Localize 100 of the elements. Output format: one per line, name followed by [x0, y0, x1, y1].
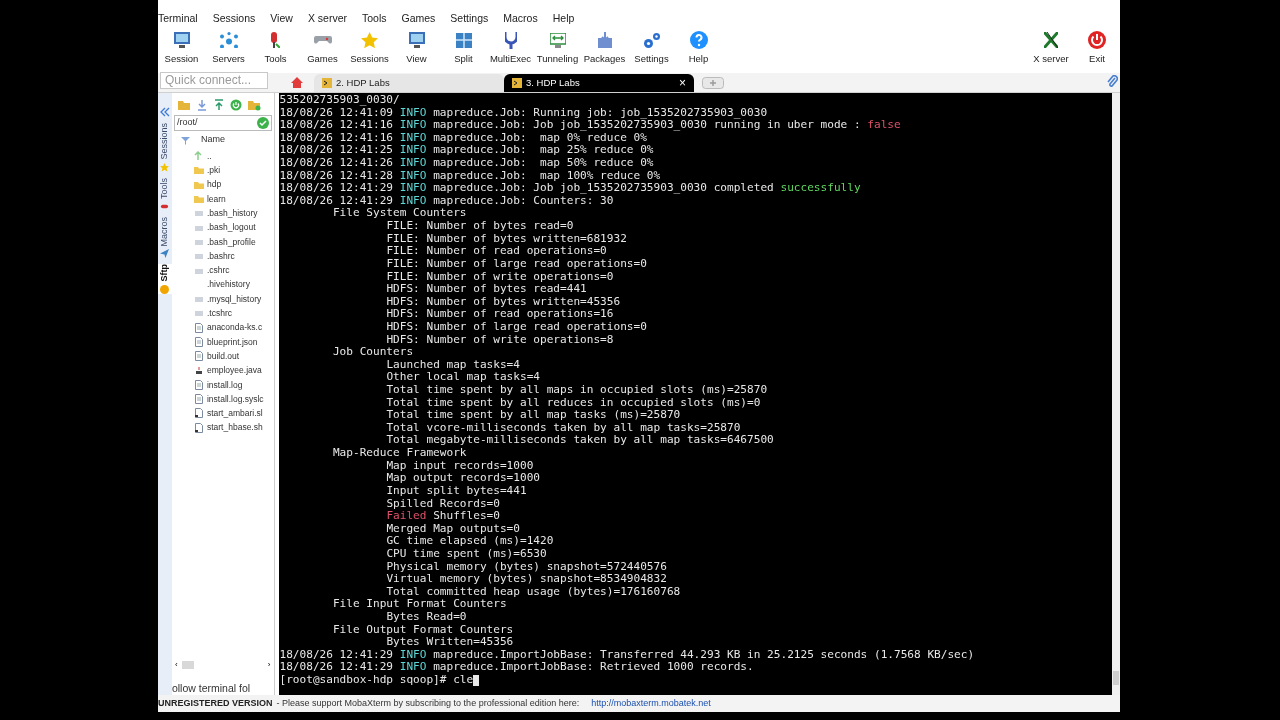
follow-terminal-checkbox-label[interactable]: ollow terminal fol: [171, 682, 251, 694]
collapse-icon[interactable]: [159, 107, 170, 117]
file-name[interactable]: .cshrc: [206, 264, 230, 277]
file-name[interactable]: anaconda-ks.c: [206, 321, 263, 335]
terminal-text: Total vcore-milliseconds taken by all map tasks=25870: [386, 421, 741, 435]
file-name[interactable]: learn: [206, 192, 226, 206]
terminal-text: File Output Format Counters: [332, 623, 515, 637]
terminal-text: mapreduce.Job: Running job: job_1535202735903_0030: [433, 106, 768, 119]
toolbar-button[interactable]: Help: [675, 30, 722, 67]
menu-item[interactable]: X server: [307, 10, 347, 27]
file-name[interactable]: build.out: [206, 349, 240, 363]
file-name[interactable]: .bash_history: [206, 206, 258, 220]
menu-item[interactable]: Terminal: [158, 10, 198, 27]
menu-item[interactable]: Games: [401, 10, 436, 27]
path-field[interactable]: /root/: [173, 115, 272, 131]
terminal-text: Total time spent by all maps in occupied slots (ms)=25870: [386, 384, 768, 397]
file-name[interactable]: .mysql_history: [206, 292, 262, 306]
unregistered-label: UNREGISTERED VERSION: [158, 696, 273, 710]
toolbar-button[interactable]: Tools: [252, 30, 299, 67]
terminal-text: 18/08/26 12:41:26: [279, 157, 395, 170]
file-name[interactable]: .hivehistory: [206, 278, 250, 292]
file-name[interactable]: install.log: [206, 378, 243, 392]
terminal-text: Physical memory (bytes) snapshot=572440576: [386, 560, 667, 574]
sidebar-tab[interactable]: Sessions: [158, 123, 172, 160]
file-name[interactable]: employee.java: [206, 364, 262, 377]
monitor-icon: [408, 32, 425, 48]
check-icon[interactable]: [256, 117, 269, 129]
highlighted-log-word: successfully: [780, 182, 861, 195]
toolbar-button[interactable]: View: [393, 30, 440, 67]
up-folder-icon: [193, 151, 204, 162]
highlighted-log-word: false: [867, 119, 901, 132]
file-name[interactable]: .pki: [206, 164, 221, 177]
menu-item[interactable]: Settings: [450, 10, 489, 27]
terminal-text: FILE: Number of bytes written=681932: [386, 232, 627, 246]
sidebar-tab[interactable]: Tools: [158, 177, 172, 199]
file-name[interactable]: .bashrc: [206, 249, 235, 263]
file-name[interactable]: blueprint.json: [206, 335, 258, 349]
close-tab-button[interactable]: ×: [679, 77, 686, 89]
terminal-text: mapreduce.Job: map 0% reduce 0%: [433, 131, 647, 145]
help-icon: [689, 31, 708, 49]
toolbar-button[interactable]: Settings: [628, 30, 675, 67]
upload-icon[interactable]: [212, 99, 225, 111]
terminal-text: mapreduce.Job: map 100% reduce 0%: [433, 169, 661, 183]
terminal-panel[interactable]: [278, 93, 1113, 695]
file-name[interactable]: .bash_profile: [206, 235, 256, 249]
menu-item[interactable]: Tools: [361, 10, 387, 27]
file-name[interactable]: .bash_logout: [206, 221, 256, 234]
toolbar-button[interactable]: Packages: [581, 30, 628, 67]
scrollbar-thumb[interactable]: [1113, 671, 1119, 685]
tools-icon: [271, 32, 280, 48]
terminal-text: HDFS: Number of large read operations=0: [386, 320, 647, 334]
file-name[interactable]: hdp: [206, 178, 222, 192]
home-icon[interactable]: [290, 76, 304, 89]
file-name[interactable]: .tcshrc: [206, 307, 232, 320]
file-name[interactable]: start_ambari.sl: [206, 407, 263, 420]
terminal-text: Shuffles=0: [433, 510, 500, 523]
menu-item[interactable]: Help: [552, 10, 575, 27]
refresh-icon[interactable]: [229, 99, 242, 111]
document-icon: [193, 322, 204, 333]
file-name[interactable]: install.log.syslc: [206, 392, 264, 406]
toolbar-button[interactable]: X server: [1028, 30, 1074, 67]
toolbar-button[interactable]: Exit: [1074, 30, 1120, 67]
terminal-text: 18/08/26 12:41:28: [279, 169, 395, 183]
terminal-text: Map output records=1000: [386, 472, 540, 485]
column-header[interactable]: Name: [200, 133, 225, 147]
file-name[interactable]: ..: [206, 149, 212, 163]
x-letter-icon: [1044, 32, 1058, 48]
sidebar-tab[interactable]: Macros: [158, 216, 172, 247]
document-icon: [193, 394, 204, 405]
terminal-icon: [512, 78, 522, 88]
menu-item[interactable]: Sessions: [212, 10, 256, 27]
new-tab-icon[interactable]: [702, 77, 724, 89]
terminal-icon: [322, 78, 332, 88]
scroll-left-arrow[interactable]: ‹: [174, 661, 178, 669]
highlighted-log-word: INFO: [399, 648, 427, 662]
session-tab[interactable]: 2. HDP Labs: [314, 74, 504, 92]
scroll-right-arrow[interactable]: ›: [267, 661, 271, 669]
toolbar-button[interactable]: Games: [299, 30, 346, 67]
document-icon: [193, 379, 204, 390]
session-tab[interactable]: 3. HDP Labs ×: [504, 74, 694, 92]
toolbar-button[interactable]: Session: [158, 30, 205, 67]
folder-icon[interactable]: [176, 99, 191, 111]
paperclip-icon[interactable]: [1106, 75, 1118, 89]
highlighted-log-word: INFO: [399, 661, 427, 675]
fork-icon: [504, 31, 517, 49]
menu-item[interactable]: View: [270, 10, 293, 27]
download-icon[interactable]: [195, 99, 208, 111]
toolbar-button[interactable]: Sessions: [346, 30, 393, 67]
scrollbar-thumb[interactable]: [181, 661, 194, 669]
toolbar-button[interactable]: MultiExec: [487, 30, 534, 67]
toolbar-button[interactable]: Tunneling: [534, 30, 581, 67]
toolbar-button[interactable]: Split: [440, 30, 487, 67]
terminal-text: 18/08/26 12:41:29: [279, 182, 395, 195]
file-name[interactable]: start_hbase.sh: [206, 421, 263, 435]
folder-icon[interactable]: [246, 99, 261, 111]
menu-item[interactable]: Macros: [503, 10, 538, 27]
toolbar-button[interactable]: Servers: [205, 30, 252, 67]
website-link[interactable]: http://mobaxterm.mobatek.net: [591, 696, 711, 711]
script-icon: [193, 408, 204, 419]
terminal-text: 535202735903_0030/: [279, 94, 400, 107]
